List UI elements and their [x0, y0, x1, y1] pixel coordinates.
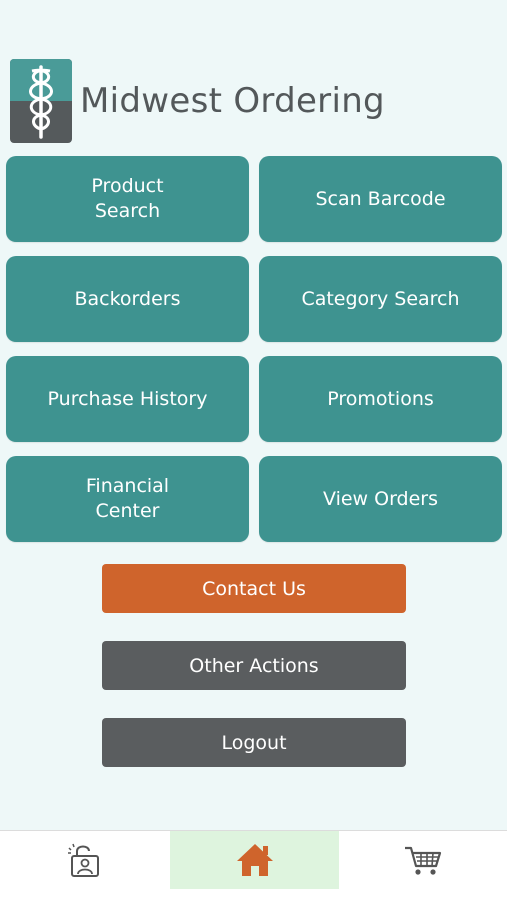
backorders-button[interactable]: Backorders: [6, 256, 249, 342]
promotions-button[interactable]: Promotions: [259, 356, 502, 442]
tab-home[interactable]: [170, 831, 339, 889]
cart-icon: [404, 846, 441, 875]
contact-us-button[interactable]: Contact Us: [102, 564, 406, 613]
logout-button[interactable]: Logout: [102, 718, 406, 767]
tab-account[interactable]: [0, 831, 169, 889]
app-header: Midwest Ordering: [10, 59, 385, 143]
tab-cart[interactable]: [338, 831, 507, 889]
financial-center-button[interactable]: Financial Center: [6, 456, 249, 542]
home-icon: [236, 844, 273, 876]
account-lock-icon: [67, 843, 99, 877]
product-search-button[interactable]: Product Search: [6, 156, 249, 242]
view-orders-button[interactable]: View Orders: [259, 456, 502, 542]
purchase-history-button[interactable]: Purchase History: [6, 356, 249, 442]
scan-barcode-button[interactable]: Scan Barcode: [259, 156, 502, 242]
category-search-button[interactable]: Category Search: [259, 256, 502, 342]
other-actions-button[interactable]: Other Actions: [102, 641, 406, 690]
caduceus-logo-icon: [10, 59, 72, 143]
bottom-tab-bar: [0, 830, 507, 900]
app-title: Midwest Ordering: [80, 81, 385, 121]
